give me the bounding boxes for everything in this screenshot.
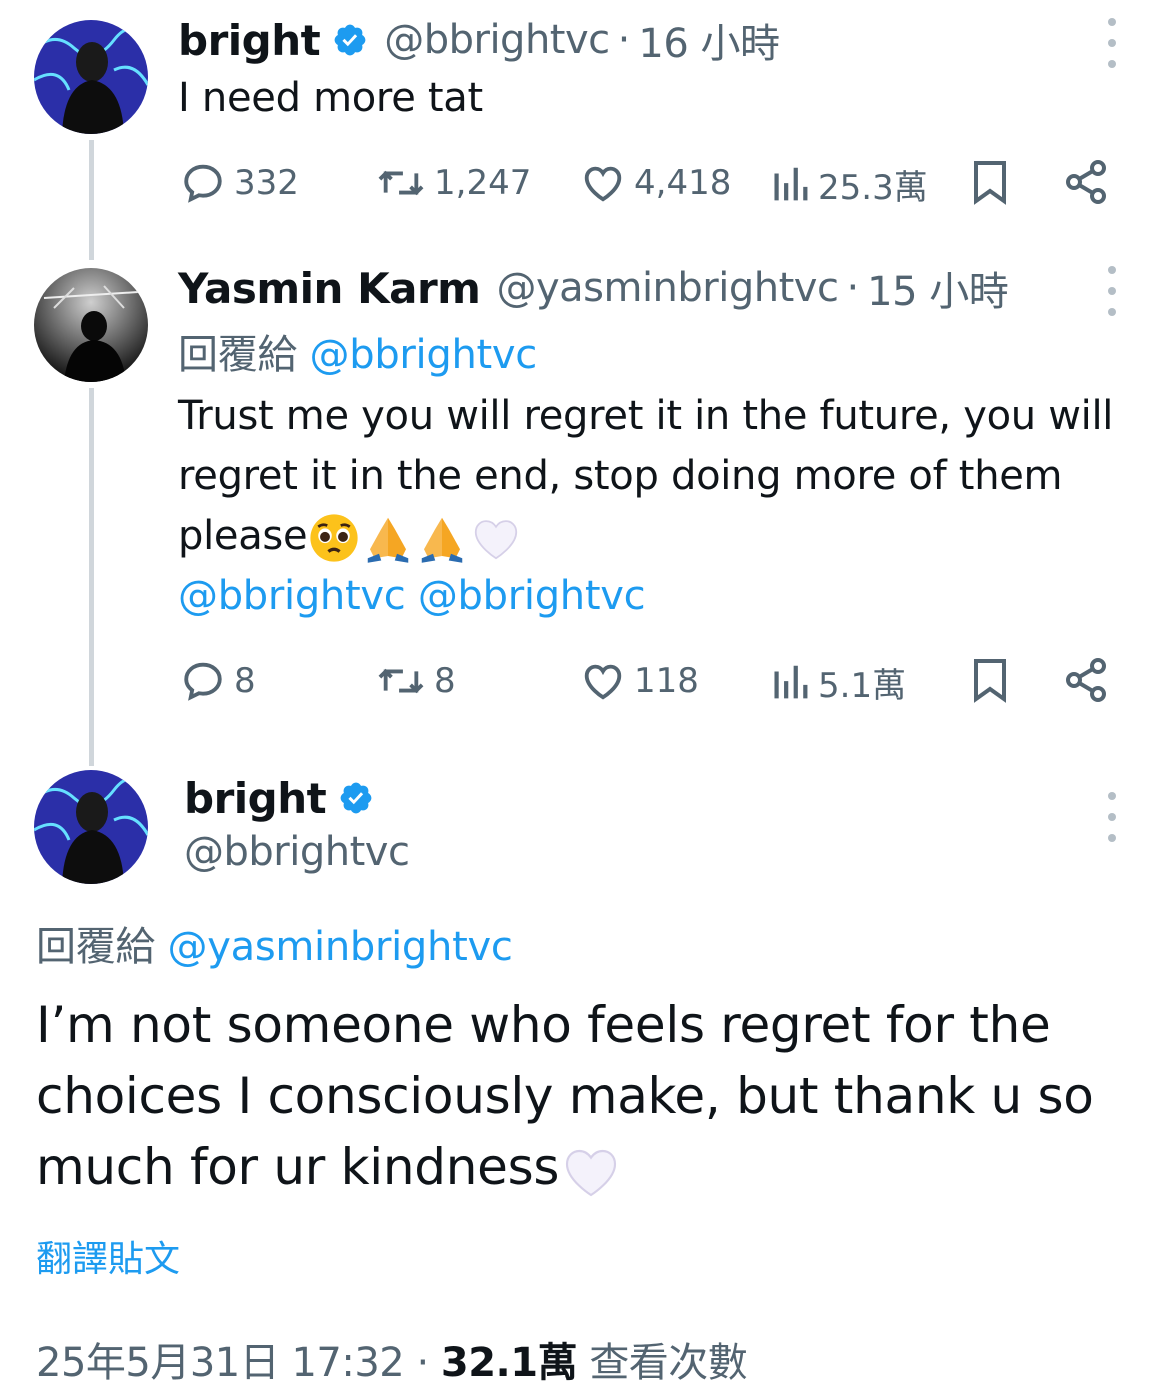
share-icon [1066, 160, 1106, 204]
reply-icon [184, 662, 222, 701]
white-heart-emoji-icon [475, 520, 518, 560]
avatar-bright[interactable] [34, 20, 148, 134]
verified-badge-icon [334, 24, 366, 56]
tweet2-reply-to: 回覆給 @bbrightvc [178, 322, 537, 380]
tweet3-text-line3-words: much for ur kindness [36, 1138, 560, 1196]
tweet3-reply-to: 回覆給 @yasminbrightvc [36, 914, 513, 972]
tweet1-like-count: 4,418 [634, 163, 732, 203]
bookmark-icon [974, 659, 1006, 703]
tweet1-handle[interactable]: @bbrightvc [384, 17, 610, 63]
tweet3-view-count: 32.1萬 [440, 1340, 578, 1386]
tweet2-like-count: 118 [634, 661, 699, 701]
tweet1-time[interactable]: 16 小時 [638, 11, 780, 69]
tweet1-text: I need more tat [178, 75, 483, 121]
tweet1-share-button[interactable] [1062, 158, 1110, 206]
tweet2-time[interactable]: 15 小時 [867, 259, 1009, 317]
tweet2-text: Trust me you will regret it in the futur… [178, 386, 1158, 626]
tweet2-mention-1[interactable]: @bbrightvc [178, 573, 406, 619]
reply-to-label: 回覆給 [36, 924, 156, 970]
avatar-yasmin[interactable] [34, 268, 148, 382]
tweet2-view-count: 5.1萬 [818, 666, 907, 706]
tweet2-header: Yasmin Karm @yasminbrightvc · 15 小時 [178, 259, 1009, 317]
tweet1-header: bright @bbrightvc · 16 小時 [178, 12, 780, 68]
tweet2-actions: 8 8 118 5.1萬 [0, 648, 1170, 712]
tweet3-meta: 25年5月31日 17:32 · 32.1萬 查看次數 [36, 1330, 748, 1388]
tweet2-mentions: @bbrightvc @bbrightvc [178, 566, 1158, 626]
folded-hands-emoji-icon [422, 517, 463, 563]
tweet2-mention-2[interactable]: @bbrightvc [418, 573, 646, 619]
tweet1-separator: · [617, 17, 631, 63]
verified-badge-icon [340, 782, 372, 814]
tweet2-separator: · [846, 265, 860, 311]
tweet3-text-line1: I’m not someone who feels regret for the [36, 996, 1051, 1054]
heart-icon [584, 166, 622, 202]
tweet3-author-name[interactable]: bright [184, 774, 327, 823]
tweet3-text-line3: much for ur kindness [36, 1132, 1146, 1203]
folded-hands-emoji-icon [368, 517, 409, 563]
tweet2-share-button[interactable] [1062, 656, 1110, 704]
tweet2-text-line2: regret it in the end, stop doing more of… [178, 453, 1063, 499]
tweet2-repost-count: 8 [434, 661, 456, 701]
tweet2-more-icon[interactable] [1102, 266, 1122, 316]
tweet2-bookmark-button[interactable] [968, 656, 1012, 704]
tweet1-views-button[interactable]: 25.3萬 [770, 160, 928, 209]
repost-icon [378, 170, 424, 196]
reply-to-label: 回覆給 [178, 332, 298, 378]
tweet3-view-label: 查看次數 [589, 1340, 748, 1386]
tweet1-view-count: 25.3萬 [818, 168, 928, 208]
tweet1-actions: 332 1,247 4,418 25.3萬 [0, 150, 1170, 214]
repost-icon [378, 668, 424, 694]
heart-icon [584, 664, 622, 700]
translate-post-link[interactable]: 翻譯貼文 [36, 1230, 180, 1282]
tweet2-text-line3-words: please [178, 513, 308, 559]
tweet1-like-button[interactable]: 4,418 [580, 160, 731, 206]
tweet3-meta-separator: · [416, 1340, 429, 1386]
tweet3-text-line2: choices I consciously make, but thank u … [36, 1067, 1094, 1125]
tweet2-reply-count: 8 [234, 661, 256, 701]
tweet3-handle[interactable]: @bbrightvc [184, 829, 410, 875]
tweet1-repost-button[interactable]: 1,247 [376, 160, 531, 206]
tweet2-text-line3: please [178, 506, 1158, 566]
tweet3-date[interactable]: 25年5月31日 17:32 [36, 1340, 405, 1386]
pleading-face-emoji-icon [310, 514, 358, 562]
tweet1-reply-count: 332 [234, 163, 299, 203]
tweet3-text: I’m not someone who feels regret for the… [36, 990, 1146, 1203]
tweet3-more-icon[interactable] [1102, 792, 1122, 842]
tweet1-repost-count: 1,247 [434, 163, 532, 203]
views-chart-icon [774, 665, 808, 698]
tweet3-handle-row: @bbrightvc [184, 826, 410, 878]
reply-to-mention[interactable]: @yasminbrightvc [168, 924, 513, 970]
reply-to-mention[interactable]: @bbrightvc [310, 332, 538, 378]
tweet2-like-button[interactable]: 118 [580, 658, 699, 704]
tweet1-author-name[interactable]: bright [178, 16, 321, 65]
reply-icon [184, 164, 222, 203]
tweet2-author-name[interactable]: Yasmin Karm [178, 264, 481, 313]
tweet2-text-line1: Trust me you will regret it in the futur… [178, 393, 1114, 439]
views-chart-icon [774, 167, 808, 200]
tweet2-views-button[interactable]: 5.1萬 [770, 658, 906, 707]
tweet3-name-row: bright [184, 770, 374, 826]
tweet2-repost-button[interactable]: 8 [376, 658, 456, 704]
avatar-bright-focused[interactable] [34, 770, 148, 884]
bookmark-icon [974, 161, 1006, 205]
tweet1-reply-button[interactable]: 332 [180, 160, 299, 206]
tweet2-reply-button[interactable]: 8 [180, 658, 256, 704]
tweet2-handle[interactable]: @yasminbrightvc [496, 265, 839, 311]
white-heart-emoji-icon [566, 1149, 617, 1196]
tweet1-more-icon[interactable] [1102, 18, 1122, 68]
share-icon [1066, 658, 1106, 702]
tweet1-bookmark-button[interactable] [968, 158, 1012, 206]
